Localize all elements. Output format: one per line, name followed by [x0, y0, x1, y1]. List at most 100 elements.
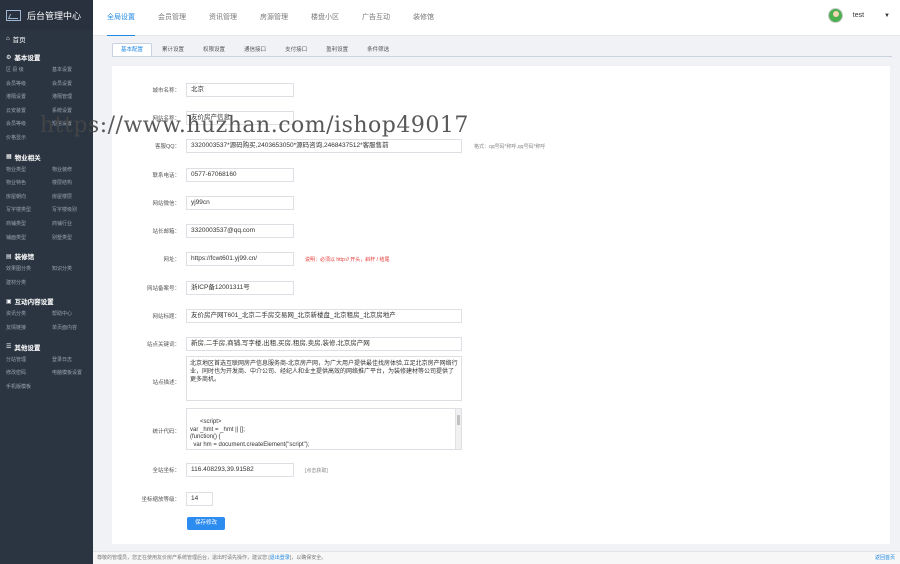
wechat-input[interactable]: yj99cn: [186, 196, 294, 210]
sidebar-item[interactable]: 物业类型: [6, 164, 52, 178]
sidebar-item[interactable]: 写字楼类型: [6, 204, 52, 218]
footer-text: 尊敬的管理员，您正在使用友价房产系统管理后台，退出时请先操作，建议您: [97, 555, 268, 561]
qq-label: 客服QQ：: [154, 144, 180, 150]
sidebar-home[interactable]: ⌂ 首页: [0, 32, 93, 46]
sidebar-item[interactable]: 效果图分类: [6, 263, 52, 277]
stats-code-textarea[interactable]: <script> var _hmt = _hmt || []; (functio…: [186, 408, 462, 450]
sidebar-item[interactable]: 会员等级: [6, 78, 52, 92]
top-nav-ads[interactable]: 广告互动: [362, 0, 390, 36]
sidebar-item[interactable]: 手机版模板: [6, 381, 52, 395]
app-logo[interactable]: 后台管理中心: [0, 0, 93, 30]
icp-label: 网站备案号：: [146, 286, 180, 292]
user-menu[interactable]: test ▼: [827, 8, 890, 23]
sidebar-group-property: ▦ 物业相关 物业类型 物业装修 物业特色 楼层结构 房屋朝向 房屋楼层 写字楼类…: [0, 150, 93, 246]
tab-permissions[interactable]: 权限设置: [194, 43, 234, 57]
tab-accumulate[interactable]: 累计设置: [153, 43, 193, 57]
tab-filters[interactable]: 条件筛选: [358, 43, 398, 57]
city-input[interactable]: 北京: [186, 83, 294, 97]
url-label: 网址：: [163, 257, 180, 263]
footer: 尊敬的管理员，您正在使用友价房产系统管理后台，退出时请先操作，建议您 [退出登录…: [93, 551, 900, 564]
top-nav-news[interactable]: 资讯管理: [209, 0, 237, 36]
tab-profit[interactable]: 盈利设置: [317, 43, 357, 57]
top-nav-members[interactable]: 会员管理: [158, 0, 186, 36]
icp-input[interactable]: 浙ICP备12001311号: [186, 281, 294, 295]
stats-code-label: 统计代码：: [152, 429, 180, 435]
sidebar-item[interactable]: 单页面内容: [52, 322, 98, 336]
sidebar-item[interactable]: 友情链接: [6, 322, 52, 336]
sidebar-item[interactable]: 建材分类: [6, 277, 52, 291]
sidebar-item[interactable]: 物业特色: [6, 177, 52, 191]
sidebar-item[interactable]: 登录日志: [52, 354, 98, 368]
caret-down-icon: ▼: [884, 12, 890, 19]
sidebar-group-other: ☰ 其他设置 分站管理 登录日志 修改密码 电脑模板设置 手机版模板: [0, 340, 93, 395]
watermark: https://www.huzhan.com/ishop49017: [40, 113, 469, 138]
sidebar-group-label: 装修馆: [14, 254, 35, 262]
sidebar-item[interactable]: 楼层结构: [52, 177, 98, 191]
sidebar-item[interactable]: 帮助中心: [52, 308, 98, 322]
tab-messaging[interactable]: 通信接口: [235, 43, 275, 57]
top-nav-estates[interactable]: 楼盘小区: [311, 0, 339, 36]
back-home-link[interactable]: 返回首页: [875, 552, 895, 564]
sidebar-item[interactable]: 房屋楼层: [52, 191, 98, 205]
sidebar-item[interactable]: [52, 277, 98, 291]
wechat-label: 网站微信：: [152, 201, 180, 207]
sidebar-item[interactable]: 会员设置: [52, 78, 98, 92]
tab-basic[interactable]: 基本配置: [112, 43, 153, 57]
description-textarea[interactable]: 北京地区首选互联网房产信息服务商-北京房产网，为广大用户提供最佳找房体验,立足北…: [186, 356, 462, 401]
sidebar-item[interactable]: 房屋朝向: [6, 191, 52, 205]
top-nav-global[interactable]: 全局设置: [107, 0, 135, 36]
sidebar-item[interactable]: 写字楼级别: [52, 204, 98, 218]
top-nav-decoration[interactable]: 装修馆: [413, 0, 434, 36]
sidebar-group-label: 其他设置: [14, 344, 41, 352]
textarea-scrollbar[interactable]: [455, 409, 461, 449]
sidebar-group-decoration: ▤ 装修馆 效果图分类 知识分类 建材分类: [0, 249, 93, 290]
sidebar-group-title[interactable]: ▤ 装修馆: [0, 249, 93, 263]
stats-code-text: <script> var _hmt = _hmt || []; (functio…: [190, 419, 310, 448]
sidebar-item[interactable]: 资讯分类: [6, 308, 52, 322]
sidebar-item[interactable]: 港隔管理: [52, 91, 98, 105]
city-label: 城市名称：: [152, 88, 180, 94]
url-input[interactable]: https://fcwt601.yj99.cn/: [186, 252, 294, 266]
sidebar-item[interactable]: 分站管理: [6, 354, 52, 368]
coord-input[interactable]: 116.408293,39.91582: [186, 463, 294, 477]
get-coord-link[interactable]: [点击获取]: [305, 467, 328, 474]
qq-hint: 格式：qq号码*称呼,qq号码*称呼: [474, 144, 546, 150]
sidebar-item[interactable]: 物业装修: [52, 164, 98, 178]
description-label: 站点描述：: [152, 380, 180, 386]
sidebar-item[interactable]: [52, 381, 98, 395]
sidebar-item[interactable]: 区 县 级: [6, 64, 52, 78]
sidebar-item[interactable]: 商铺类型: [6, 218, 52, 232]
email-input[interactable]: 3320003537@qq.com: [186, 224, 294, 238]
top-nav-listings[interactable]: 房源管理: [260, 0, 288, 36]
save-button[interactable]: 保存修改: [187, 517, 226, 530]
document-icon: ▣: [6, 298, 12, 305]
sidebar-item[interactable]: 基本设置: [52, 64, 98, 78]
sidebar-item[interactable]: 铺面类型: [6, 232, 52, 246]
zoom-label: 坐标缩放等级：: [141, 497, 180, 503]
sidebar-item[interactable]: 修改密码: [6, 367, 52, 381]
zoom-input[interactable]: 14: [186, 492, 213, 506]
sidebar-item[interactable]: 别墅类型: [52, 232, 98, 246]
sidebar-group-title[interactable]: ▣ 互动内容设置: [0, 294, 93, 308]
sidebar-group-title[interactable]: ⚙ 基本设置: [0, 50, 93, 64]
email-label: 站长邮箱：: [152, 229, 180, 235]
tab-payment[interactable]: 支付接口: [276, 43, 316, 57]
sidebar: 后台管理中心 ⌂ 首页 ⚙ 基本设置 区 县 级 基本设置 会员等级 会员设置 港…: [0, 0, 93, 564]
logout-link[interactable]: 退出登录: [270, 555, 290, 561]
phone-input[interactable]: 0577-67068160: [186, 168, 294, 182]
qq-input[interactable]: 3320003537*源码购买,2403653050*源码咨询,24684375…: [186, 139, 462, 153]
building-icon: ▦: [6, 154, 12, 161]
gear-icon: ⚙: [6, 54, 12, 61]
title-input[interactable]: 友价房产网T601_北京二手房交易网_北京新楼盘_北京租房_北京房地产: [186, 309, 462, 323]
sidebar-group-title[interactable]: ☰ 其他设置: [0, 340, 93, 354]
user-name: test: [852, 12, 865, 19]
sidebar-group-title[interactable]: ▦ 物业相关: [0, 150, 93, 164]
sidebar-group-label: 物业相关: [14, 154, 41, 162]
sidebar-item[interactable]: 港隔设置: [6, 91, 52, 105]
sidebar-item[interactable]: 电脑模板设置: [52, 367, 98, 381]
paint-icon: ▤: [6, 253, 12, 260]
sidebar-item[interactable]: 商铺行业: [52, 218, 98, 232]
sidebar-item[interactable]: 知识分类: [52, 263, 98, 277]
keywords-input[interactable]: 新房,二手房,商铺,写字楼,出租,买房,租房,卖房,装修,北京房产网: [186, 337, 462, 351]
top-nav: 全局设置 会员管理 资讯管理 房源管理 楼盘小区 广告互动 装修馆: [107, 0, 457, 36]
